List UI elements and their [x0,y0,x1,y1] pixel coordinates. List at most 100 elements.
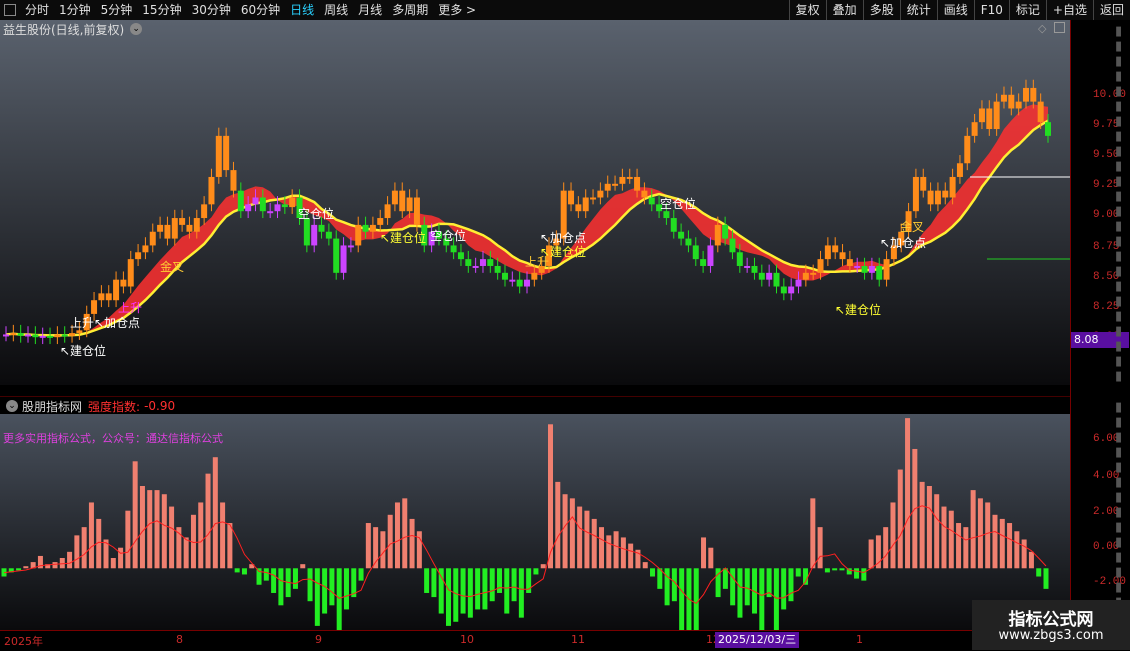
strength-bar [781,568,787,610]
candle-body [1015,101,1022,109]
strength-bar [1028,551,1034,569]
period-tab-multi[interactable]: 多周期 [387,0,433,20]
period-tab-5min[interactable]: 5分钟 [96,0,138,20]
candle-body [340,245,347,273]
back-button[interactable]: 返回 [1092,0,1130,20]
candle-body [700,259,707,266]
candle-body [450,245,457,253]
period-tab-fenshi[interactable]: 分时 [20,0,54,20]
strength-bar [431,568,437,598]
strength-bar [963,527,969,569]
candle-body [237,190,244,212]
strength-bar [620,537,626,569]
indicator-header: ⌄ 股朋指标网 强度指数: -0.90 [0,396,1070,415]
chevron-down-icon[interactable]: ⌄ [6,400,18,412]
strength-bar [453,568,459,622]
candle-body [252,197,259,205]
candle-body [193,218,200,232]
candle-body [120,279,127,287]
candle-body [215,135,222,177]
candle-body [362,224,369,232]
candle-body [61,334,68,337]
period-toolbar: 分时 1分钟 5分钟 15分钟 30分钟 60分钟 日线 周线 月线 多周期 更… [0,0,1130,21]
strength-bar [212,457,218,569]
candle-body [318,224,325,232]
draw-line-button[interactable]: 画线 [936,0,974,20]
window-square-icon[interactable] [4,4,16,16]
side-panel-text-lower: ▮▮▮▮▮▮▮▮▮▮▮▮▮▮ [1115,400,1123,610]
period-tab-60min[interactable]: 60分钟 [236,0,285,20]
candle-body [839,252,846,260]
candle-body [69,333,76,336]
candle-body [142,245,149,253]
strength-bar [205,473,211,569]
period-tab-weekly[interactable]: 周线 [319,0,353,20]
period-tab-more[interactable]: 更多 > [433,0,481,20]
diamond-icon[interactable]: ◇ [1038,22,1046,35]
period-tab-30min[interactable]: 30分钟 [187,0,236,20]
signal-label: ↖加仓点 [540,231,586,245]
strength-bar [999,518,1005,569]
indicator-chart[interactable]: 更多实用指标公式，公众号：通达信指标公式 [0,414,1070,651]
strength-bar [365,523,371,569]
candlestick-svg: 空仓位↖建仓位空仓位 ↖加仓点↖建仓位空仓位↖加仓点↖建仓位上升↖加仓点↖建仓位金… [0,20,1070,385]
strength-bar [788,568,794,602]
candle-body [832,245,839,253]
watermark-title: 指标公式网 [1008,610,1094,630]
strength-bar [16,568,22,571]
candle-body [179,218,186,225]
f10-button[interactable]: F10 [973,0,1009,20]
period-tab-15min[interactable]: 15分钟 [137,0,186,20]
candle-body [245,204,252,212]
strength-bar [956,523,962,569]
stats-button[interactable]: 统计 [899,0,937,20]
adjust-button[interactable]: 复权 [788,0,826,20]
candle-body [626,176,633,179]
indicator-name: 股朋指标网 [22,399,83,414]
maximize-icon[interactable] [1054,22,1065,33]
strength-bar [584,510,590,569]
signal-label: 上升 [525,255,549,269]
strength-bar [1043,568,1049,589]
strength-bar [307,568,313,602]
chevron-down-icon[interactable]: ⌄ [130,23,143,35]
candle-body [956,163,963,177]
strength-bar [161,494,167,569]
strength-bar [591,518,597,569]
strength-bar [220,502,226,569]
strength-bar [679,568,685,643]
period-tab-daily[interactable]: 日线 [285,0,319,20]
candle-body [259,197,266,212]
add-watchlist-button[interactable]: +自选 [1045,0,1093,20]
period-tab-1min[interactable]: 1分钟 [54,0,96,20]
date-axis: 2025年 8 9 10 11 12 1 2025/12/03/三 [0,630,1070,651]
strength-bar [402,498,408,569]
multi-stock-button[interactable]: 多股 [862,0,900,20]
strength-value: -0.90 [144,399,176,413]
candle-body [32,334,39,338]
strength-bar [88,502,94,569]
candlestick-chart[interactable]: 空仓位 ↖建仓位 空仓位 ↖加仓点 ↖建仓位 空仓位 ↖加仓点 ↖建仓位 上升↖加仓点 ↖建仓位金… [0,20,1070,385]
strength-bar [314,568,320,626]
candle-body [978,108,985,123]
strength-bar [577,506,583,569]
strength-bar [1007,523,1013,569]
strength-bar [183,537,189,569]
candle-body [479,259,486,266]
strength-bar [540,564,546,569]
period-tab-monthly[interactable]: 月线 [353,0,387,20]
overlay-button[interactable]: 叠加 [825,0,863,20]
strength-bar [795,568,801,577]
candle-body [1030,87,1037,102]
candle-body [201,204,208,219]
strength-bar [773,568,779,647]
candle-body [494,265,501,273]
mark-button[interactable]: 标记 [1008,0,1046,20]
candle-body [824,245,831,260]
strength-bar [147,490,153,569]
strength-bar [1014,531,1020,569]
strength-bar [854,568,860,579]
side-panel-text: ▮▮▮▮▮▮▮▮▮▮▮▮▮▮▮▮▮▮▮▮▮▮▮▮ [1115,24,1123,384]
candle-body [333,238,340,273]
strength-bar [759,568,765,635]
